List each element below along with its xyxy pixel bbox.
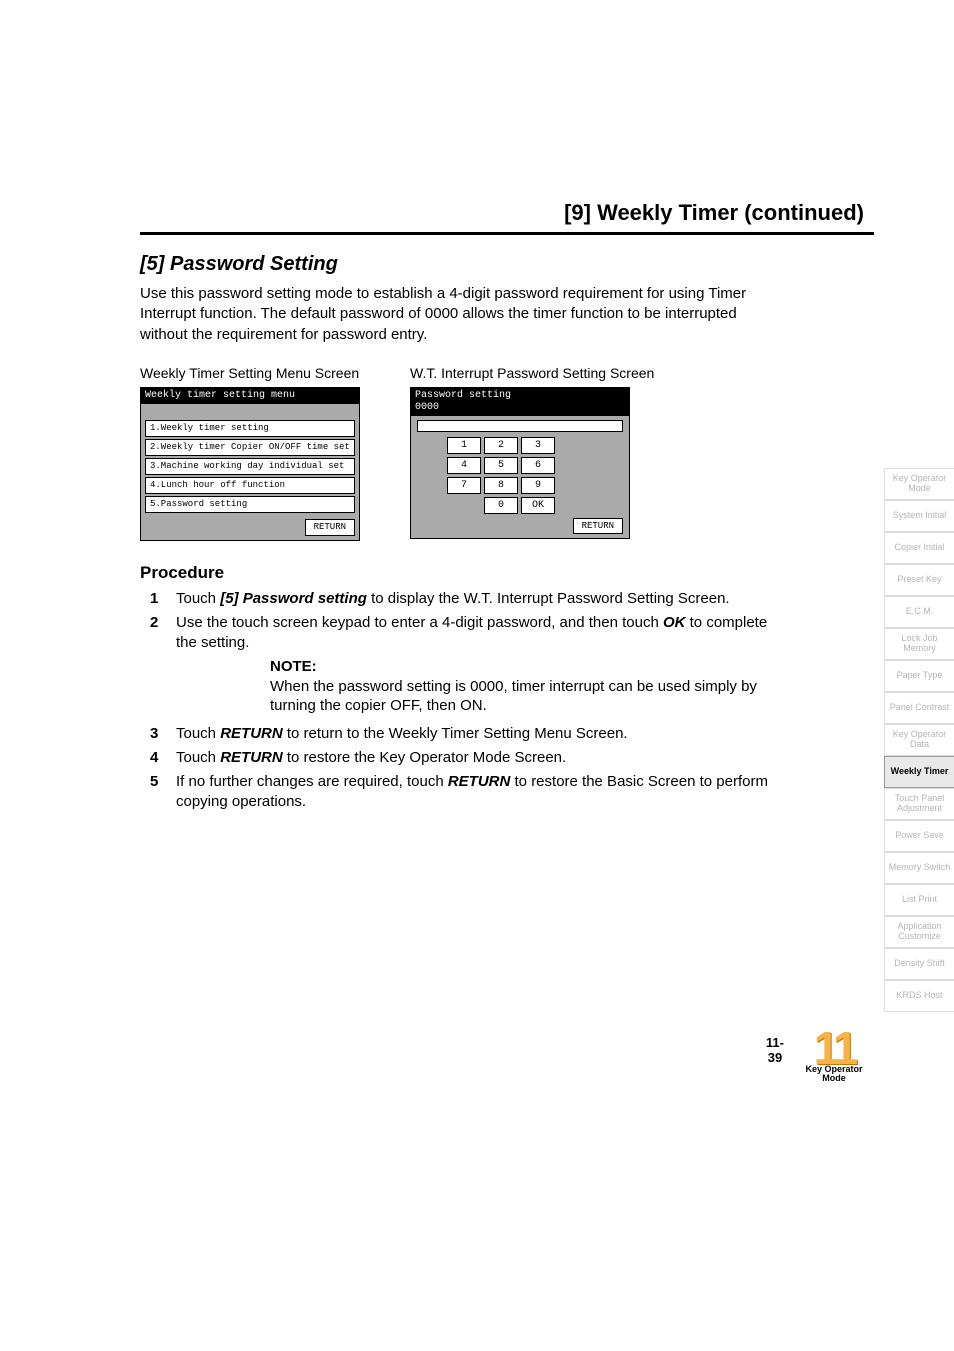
procedure-step-4: 4 Touch RETURN to restore the Key Operat… bbox=[150, 748, 770, 768]
sidebar-tabs: Key Operator Mode System Initial Copier … bbox=[884, 468, 954, 1012]
keypad-3[interactable]: 3 bbox=[521, 437, 555, 454]
tab-memory-switch[interactable]: Memory Switch bbox=[884, 852, 954, 884]
header-rule bbox=[140, 232, 874, 235]
password-screen-header: Password setting 0000 bbox=[411, 388, 629, 416]
keypad-8[interactable]: 8 bbox=[484, 477, 518, 494]
keypad-6[interactable]: 6 bbox=[521, 457, 555, 474]
keypad-2[interactable]: 2 bbox=[484, 437, 518, 454]
keypad-9[interactable]: 9 bbox=[521, 477, 555, 494]
footer: 11-39 11 Key Operator Mode bbox=[140, 1063, 874, 1143]
keypad-1[interactable]: 1 bbox=[447, 437, 481, 454]
tab-ecm[interactable]: E.C.M. bbox=[884, 596, 954, 628]
tab-system-initial[interactable]: System Initial bbox=[884, 500, 954, 532]
note-block: NOTE: When the password setting is 0000,… bbox=[270, 658, 770, 716]
password-return-button[interactable]: RETURN bbox=[573, 518, 623, 534]
tab-density-shift[interactable]: Density Shift bbox=[884, 948, 954, 980]
screens-row: Weekly Timer Setting Menu Screen Weekly … bbox=[140, 365, 874, 541]
step-number: 1 bbox=[150, 589, 176, 609]
tab-list-print[interactable]: List Print bbox=[884, 884, 954, 916]
section-intro: Use this password setting mode to establ… bbox=[140, 284, 760, 345]
password-keypad: 1 2 3 4 5 6 7 8 9 0 OK bbox=[411, 434, 629, 518]
menu-item-3[interactable]: 3.Machine working day individual set bbox=[145, 458, 355, 475]
procedure-list-cont: 3 Touch RETURN to return to the Weekly T… bbox=[150, 724, 770, 813]
note-label: NOTE: bbox=[270, 658, 770, 675]
tab-application-customize[interactable]: Application Customize bbox=[884, 916, 954, 948]
tab-key-operator-data[interactable]: Key Operator Data bbox=[884, 724, 954, 756]
tab-touch-panel-adjustment[interactable]: Touch Panel Adjustment bbox=[884, 788, 954, 820]
keypad-7[interactable]: 7 bbox=[447, 477, 481, 494]
keypad-ok[interactable]: OK bbox=[521, 497, 555, 514]
menu-screen-title: Weekly timer setting menu bbox=[141, 388, 359, 404]
tab-paper-type[interactable]: Paper Type bbox=[884, 660, 954, 692]
password-screen: Password setting 0000 1 2 3 4 5 6 7 8 9 … bbox=[410, 387, 630, 539]
menu-item-2[interactable]: 2.Weekly timer Copier ON/OFF time set bbox=[145, 439, 355, 456]
tab-lock-job-memory[interactable]: Lock Job Memory bbox=[884, 628, 954, 660]
section-title: [5] Password Setting bbox=[140, 253, 874, 276]
step-number: 2 bbox=[150, 613, 176, 654]
procedure-step-3: 3 Touch RETURN to return to the Weekly T… bbox=[150, 724, 770, 744]
password-screen-caption: W.T. Interrupt Password Setting Screen bbox=[410, 365, 654, 381]
password-display-bar bbox=[417, 420, 623, 432]
step-number: 4 bbox=[150, 748, 176, 768]
menu-return-button[interactable]: RETURN bbox=[305, 519, 355, 536]
step-number: 3 bbox=[150, 724, 176, 744]
document-page: [9] Weekly Timer (continued) [5] Passwor… bbox=[0, 0, 954, 1203]
keypad-4[interactable]: 4 bbox=[447, 457, 481, 474]
menu-item-5[interactable]: 5.Password setting bbox=[145, 496, 355, 513]
password-screen-value: 0000 bbox=[415, 402, 625, 414]
menu-screen: Weekly timer setting menu 1.Weekly timer… bbox=[140, 387, 360, 541]
tab-key-operator-mode[interactable]: Key Operator Mode bbox=[884, 468, 954, 500]
tab-preset-key[interactable]: Preset Key bbox=[884, 564, 954, 596]
procedure-heading: Procedure bbox=[140, 563, 874, 583]
menu-screen-block: Weekly Timer Setting Menu Screen Weekly … bbox=[140, 365, 360, 541]
menu-item-4[interactable]: 4.Lunch hour off function bbox=[145, 477, 355, 494]
keypad-5[interactable]: 5 bbox=[484, 457, 518, 474]
tab-panel-contrast[interactable]: Panel Contrast bbox=[884, 692, 954, 724]
password-screen-title: Password setting bbox=[415, 390, 625, 402]
note-text: When the password setting is 0000, timer… bbox=[270, 677, 770, 716]
step-number: 5 bbox=[150, 772, 176, 813]
password-screen-block: W.T. Interrupt Password Setting Screen P… bbox=[410, 365, 654, 541]
procedure-step-5: 5 If no further changes are required, to… bbox=[150, 772, 770, 813]
menu-screen-caption: Weekly Timer Setting Menu Screen bbox=[140, 365, 360, 381]
header-title: [9] Weekly Timer (continued) bbox=[140, 200, 874, 226]
tab-power-save[interactable]: Power Save bbox=[884, 820, 954, 852]
keypad-0[interactable]: 0 bbox=[484, 497, 518, 514]
procedure-step-1: 1 Touch [5] Password setting to display … bbox=[150, 589, 770, 609]
tab-krds-host[interactable]: KRDS Host bbox=[884, 980, 954, 1012]
chapter-label: Key Operator Mode bbox=[794, 1065, 874, 1083]
page-number: 11-39 bbox=[766, 1035, 784, 1065]
chapter-number: 11 bbox=[794, 1030, 874, 1067]
tab-weekly-timer[interactable]: Weekly Timer bbox=[884, 756, 954, 788]
tab-copier-initial[interactable]: Copier Initial bbox=[884, 532, 954, 564]
procedure-step-2: 2 Use the touch screen keypad to enter a… bbox=[150, 613, 770, 654]
menu-item-1[interactable]: 1.Weekly timer setting bbox=[145, 420, 355, 437]
procedure-list: 1 Touch [5] Password setting to display … bbox=[150, 589, 770, 654]
